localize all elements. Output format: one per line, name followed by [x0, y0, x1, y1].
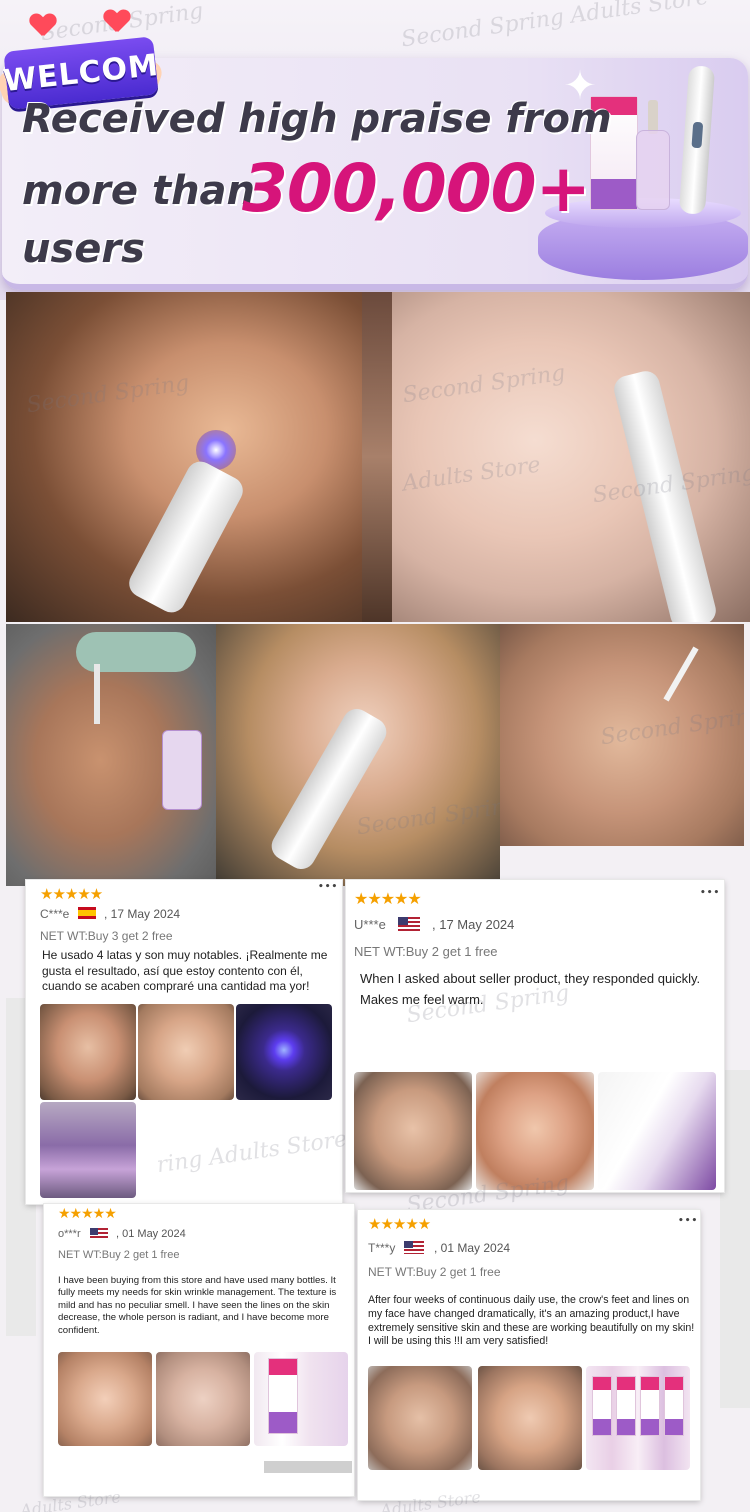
review-photo[interactable] — [586, 1366, 690, 1470]
review-card: ★★★★★ ••• C***e , 17 May 2024 NET WT:Buy… — [26, 880, 349, 1204]
background-panel — [720, 1070, 750, 1408]
review-photo[interactable] — [354, 1072, 472, 1190]
more-icon[interactable]: ••• — [318, 882, 338, 892]
user-count: 300,000+ — [242, 150, 591, 227]
reviewer-name: T***y — [368, 1241, 396, 1255]
watermark: Second Spring Adults Store — [399, 0, 711, 53]
purchase-option: NET WT:Buy 3 get 2 free — [40, 929, 173, 943]
review-date: , 17 May 2024 — [432, 917, 515, 932]
flag-us-icon — [404, 1241, 424, 1254]
welcome-sign-text: WELCOM — [1, 47, 161, 99]
headline-line-1: Received high praise from — [22, 96, 612, 142]
review-date: , 17 May 2024 — [104, 907, 181, 921]
heart-icon — [104, 10, 130, 34]
reviewer-name: U***e — [354, 917, 386, 932]
flag-us-icon — [398, 917, 420, 931]
review-card: ★★★★★ ••• T***y , 01 May 2024 NET WT:Buy… — [358, 1210, 700, 1500]
review-text: After four weeks of continuous daily use… — [368, 1294, 695, 1348]
review-text: He usado 4 latas y son muy notables. ¡Re… — [42, 948, 328, 994]
review-photo[interactable] — [40, 1004, 136, 1100]
flag-es-icon — [78, 907, 96, 919]
review-photo[interactable] — [156, 1352, 250, 1446]
review-photo[interactable] — [598, 1072, 716, 1190]
header-banner: Second Spring Second Spring Adults Store… — [0, 0, 750, 300]
purchase-option: NET WT:Buy 2 get 1 free — [58, 1249, 180, 1261]
review-card: ★★★★★ o***r , 01 May 2024 NET WT:Buy 2 g… — [44, 1204, 354, 1496]
heart-icon — [30, 14, 56, 38]
review-photo[interactable] — [478, 1366, 582, 1470]
reviewer-name: o***r — [58, 1228, 81, 1240]
photo-woman-applying-white-pen: Second Spring Adults Store Second Spring — [392, 292, 750, 622]
scroll-indicator — [264, 1461, 352, 1473]
photo-woman-applying-dropper-serum — [6, 624, 216, 886]
watermark: ring Adults Store — [155, 1126, 349, 1179]
review-photo[interactable] — [138, 1004, 234, 1100]
purchase-option: NET WT:Buy 2 get 1 free — [354, 944, 498, 959]
review-photo[interactable] — [254, 1352, 348, 1446]
reviewer-name: C***e — [40, 907, 70, 921]
review-photo[interactable] — [476, 1072, 594, 1190]
serum-bottle-image — [636, 100, 670, 210]
review-date: , 01 May 2024 — [434, 1241, 511, 1255]
headline-line-2: more than — [22, 168, 256, 214]
more-icon[interactable]: ••• — [700, 888, 720, 898]
review-date: , 01 May 2024 — [116, 1228, 186, 1240]
watermark: Second Spring — [355, 792, 500, 841]
review-photo[interactable] — [58, 1352, 152, 1446]
rating-stars: ★★★★★ — [368, 1215, 431, 1233]
photo-woman-using-blue-light-pen: Second Spring — [6, 292, 362, 622]
review-card: ★★★★★ ••• U***e , 17 May 2024 NET WT:Buy… — [346, 880, 724, 1218]
review-photo[interactable] — [40, 1102, 136, 1198]
purchase-option: NET WT:Buy 2 get 1 free — [368, 1265, 501, 1279]
review-photo[interactable] — [368, 1366, 472, 1470]
rating-stars: ★★★★★ — [354, 889, 422, 908]
more-icon[interactable]: ••• — [678, 1216, 698, 1226]
photo-woman-holding-pen: Second Spring — [216, 624, 500, 886]
photo-woman-applying-dropper-close-up: Second Spring — [500, 624, 744, 846]
watermark: Second Spring — [25, 370, 191, 419]
review-text: I have been buying from this store and h… — [58, 1275, 337, 1336]
photo-divider-strip — [362, 292, 392, 622]
flag-us-icon — [90, 1228, 108, 1240]
rating-stars: ★★★★★ — [40, 885, 103, 903]
watermark: Second Spring — [401, 360, 567, 409]
watermark: Adults Store — [400, 452, 543, 497]
watermark: Second Spring — [599, 702, 744, 751]
headline-line-3: users — [22, 226, 145, 272]
review-photo[interactable] — [236, 1004, 332, 1100]
rating-stars: ★★★★★ — [58, 1206, 117, 1222]
